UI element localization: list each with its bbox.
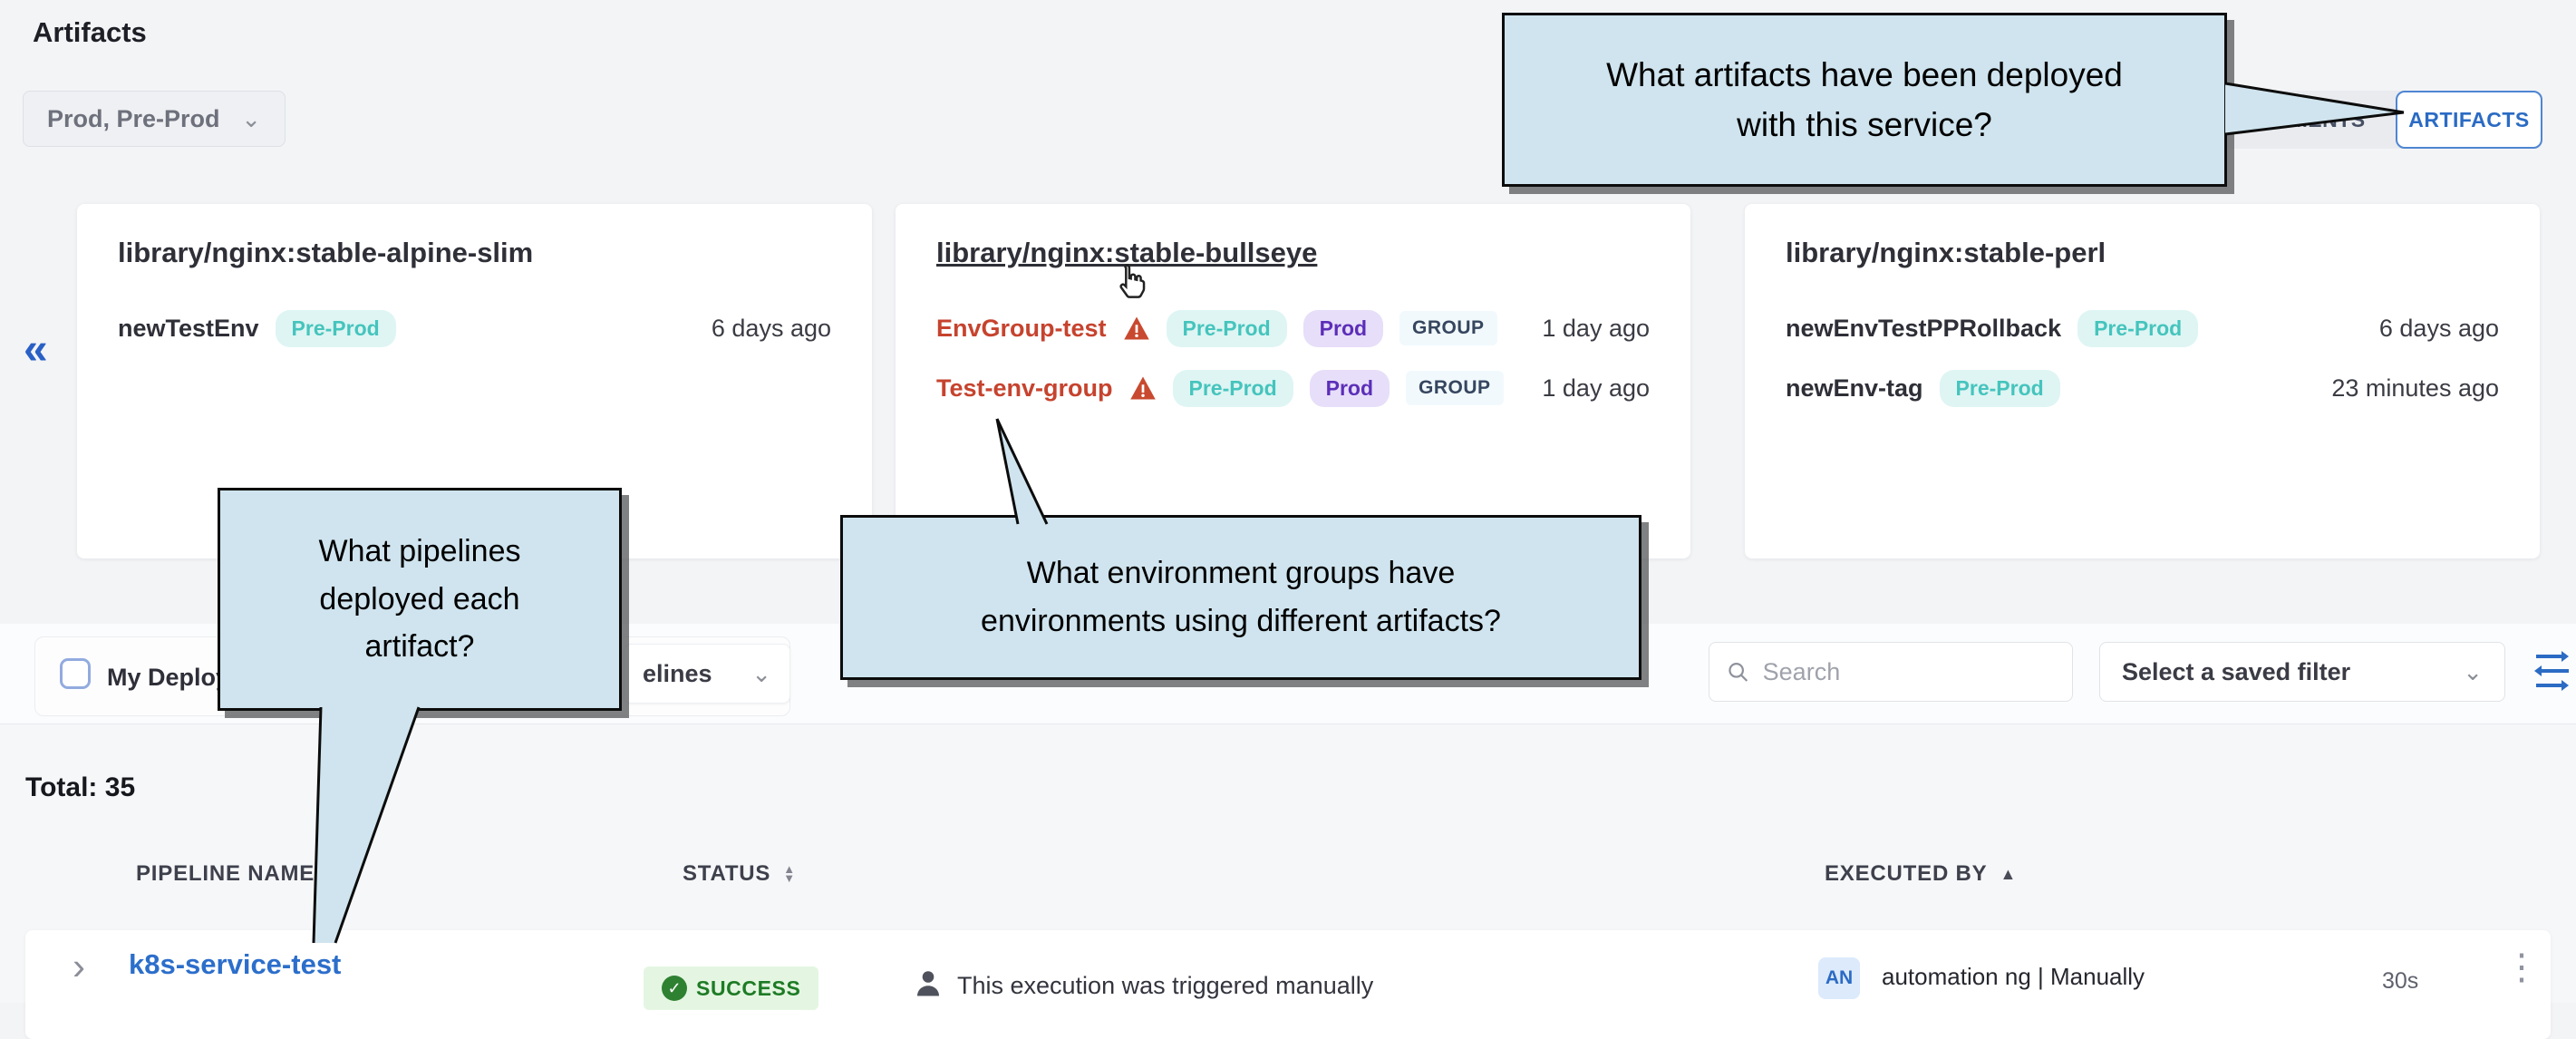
preprod-badge: Pre-Prod bbox=[1173, 370, 1293, 407]
column-header-status[interactable]: STATUS ▲▼ bbox=[683, 861, 796, 887]
pipeline-name-link[interactable]: k8s-service-test bbox=[129, 948, 341, 981]
environment-group-row: Test-env-group Pre-Prod Prod GROUP 1 day… bbox=[936, 363, 1650, 413]
hand-cursor-icon bbox=[1111, 260, 1153, 302]
deploy-time: 6 days ago bbox=[712, 315, 831, 343]
preprod-badge: Pre-Prod bbox=[1167, 310, 1287, 347]
annotation-artifacts-question: What artifacts have been deployed with t… bbox=[1502, 13, 2227, 187]
trigger-description: This execution was triggered manually bbox=[957, 972, 1373, 1000]
chevron-down-icon: ⌄ bbox=[751, 660, 771, 688]
warning-icon bbox=[1129, 375, 1157, 401]
environment-name: newEnv-tag bbox=[1786, 374, 1923, 403]
chevron-down-icon: ⌄ bbox=[241, 105, 261, 133]
saved-filter-dropdown[interactable]: Select a saved filter ⌄ bbox=[2099, 642, 2505, 702]
artifact-title[interactable]: library/nginx:stable-alpine-slim bbox=[118, 237, 533, 269]
status-badge: ✓ SUCCESS bbox=[644, 966, 818, 1010]
pipelines-filter-value: elines bbox=[643, 660, 712, 688]
environment-row: newTestEnv Pre-Prod 6 days ago bbox=[118, 303, 831, 354]
my-deployments-checkbox[interactable] bbox=[60, 658, 91, 689]
artifact-title[interactable]: library/nginx:stable-perl bbox=[1786, 237, 2106, 269]
preprod-badge: Pre-Prod bbox=[1940, 370, 2060, 407]
environment-row: newEnv-tag Pre-Prod 23 minutes ago bbox=[1786, 363, 2499, 413]
deploy-time: 6 days ago bbox=[2379, 315, 2499, 343]
column-header-pipeline-name[interactable]: PIPELINE NAME ▲▼ bbox=[136, 861, 340, 887]
environment-row: newEnvTestPPRollback Pre-Prod 6 days ago bbox=[1786, 303, 2499, 354]
annotation-env-groups-question: What environment groups have environment… bbox=[840, 515, 1641, 680]
environment-group-link[interactable]: EnvGroup-test bbox=[936, 315, 1107, 343]
prod-badge: Prod bbox=[1310, 370, 1390, 407]
environment-type-filter-dropdown[interactable]: Prod, Pre-Prod ⌄ bbox=[23, 91, 286, 147]
execution-duration: 30s bbox=[2382, 968, 2418, 995]
preprod-badge: Pre-Prod bbox=[276, 310, 396, 347]
artifact-card-stable-bullseye: library/nginx:stable-bullseye EnvGroup-t… bbox=[896, 204, 1690, 558]
saved-filter-value: Select a saved filter bbox=[2122, 658, 2350, 686]
preprod-badge: Pre-Prod bbox=[2077, 310, 2198, 347]
sort-icon: ▲▼ bbox=[327, 865, 340, 883]
executor-name: automation ng | Manually bbox=[1882, 963, 2145, 991]
sort-ascending-icon: ▲ bbox=[2000, 865, 2018, 884]
prod-badge: Prod bbox=[1303, 310, 1383, 347]
total-count: Total: 35 bbox=[25, 772, 135, 803]
search-box bbox=[1709, 642, 2073, 702]
row-menu-icon[interactable]: ⋮ bbox=[2503, 947, 2542, 988]
carousel-previous-icon[interactable]: « bbox=[24, 325, 48, 374]
warning-icon bbox=[1123, 316, 1150, 341]
status-label: SUCCESS bbox=[696, 976, 800, 1001]
person-icon bbox=[912, 966, 944, 1001]
group-badge: GROUP bbox=[1399, 311, 1497, 345]
group-badge: GROUP bbox=[1406, 371, 1504, 405]
pipelines-filter-dropdown[interactable]: elines ⌄ bbox=[624, 644, 790, 704]
environment-group-row: EnvGroup-test Pre-Prod Prod GROUP 1 day … bbox=[936, 303, 1650, 354]
annotation-pipelines-question: What pipelines deployed each artifact? bbox=[218, 488, 622, 711]
environment-group-link[interactable]: Test-env-group bbox=[936, 374, 1113, 403]
artifact-card-stable-perl: library/nginx:stable-perl newEnvTestPPRo… bbox=[1745, 204, 2540, 558]
row-expand-icon[interactable]: › bbox=[73, 945, 85, 988]
success-check-icon: ✓ bbox=[662, 976, 687, 1001]
deploy-time: 1 day ago bbox=[1542, 315, 1650, 343]
environment-name: newEnvTestPPRollback bbox=[1786, 315, 2061, 343]
environment-name: newTestEnv bbox=[118, 315, 259, 343]
filter-settings-icon[interactable] bbox=[2531, 644, 2572, 698]
column-header-executed-by[interactable]: EXECUTED BY ▲ bbox=[1825, 861, 2017, 887]
chevron-down-icon: ⌄ bbox=[2463, 658, 2483, 686]
search-icon bbox=[1726, 658, 1750, 685]
environment-type-filter-value: Prod, Pre-Prod bbox=[47, 105, 220, 133]
deploy-time: 1 day ago bbox=[1542, 374, 1650, 403]
tab-artifacts[interactable]: ARTIFACTS bbox=[2396, 91, 2542, 149]
search-input[interactable] bbox=[1763, 658, 2056, 686]
sort-icon: ▲▼ bbox=[783, 865, 796, 883]
deploy-time: 23 minutes ago bbox=[2331, 374, 2499, 403]
executor-avatar: AN bbox=[1818, 957, 1860, 999]
page-title: Artifacts bbox=[33, 16, 147, 49]
